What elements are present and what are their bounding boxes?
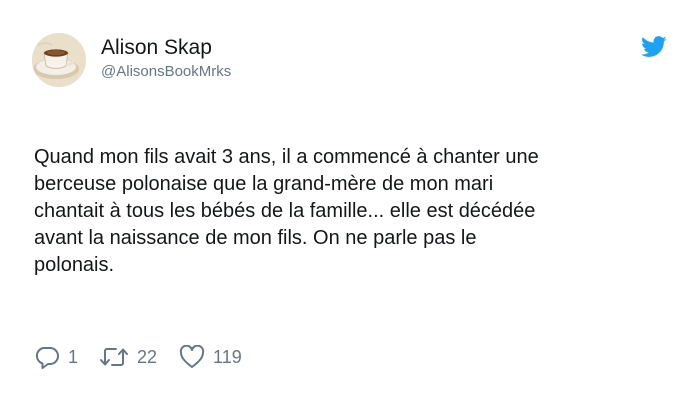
reply-button[interactable]: 1: [34, 345, 78, 369]
like-count: 119: [213, 347, 242, 367]
author-handle[interactable]: @AlisonsBookMrks: [101, 62, 231, 82]
tweet-actions: 1 22 119: [34, 343, 242, 371]
coffee-cup-avatar-icon: [32, 33, 86, 87]
tweet-text: Quand mon fils avait 3 ans, il a commenc…: [34, 146, 539, 276]
reply-icon: [35, 347, 59, 369]
twitter-bird-icon[interactable]: [641, 36, 667, 58]
heart-icon: [179, 345, 205, 368]
author-display-name[interactable]: Alison Skap: [101, 35, 212, 61]
reply-count: 1: [68, 347, 79, 367]
tweet-card: Alison Skap @AlisonsBookMrks Quand mon f…: [0, 0, 700, 401]
retweet-count: 22: [137, 347, 158, 367]
avatar[interactable]: [32, 33, 86, 87]
like-button[interactable]: 119: [179, 345, 242, 369]
retweet-button[interactable]: 22: [99, 346, 157, 368]
retweet-icon: [100, 348, 129, 366]
